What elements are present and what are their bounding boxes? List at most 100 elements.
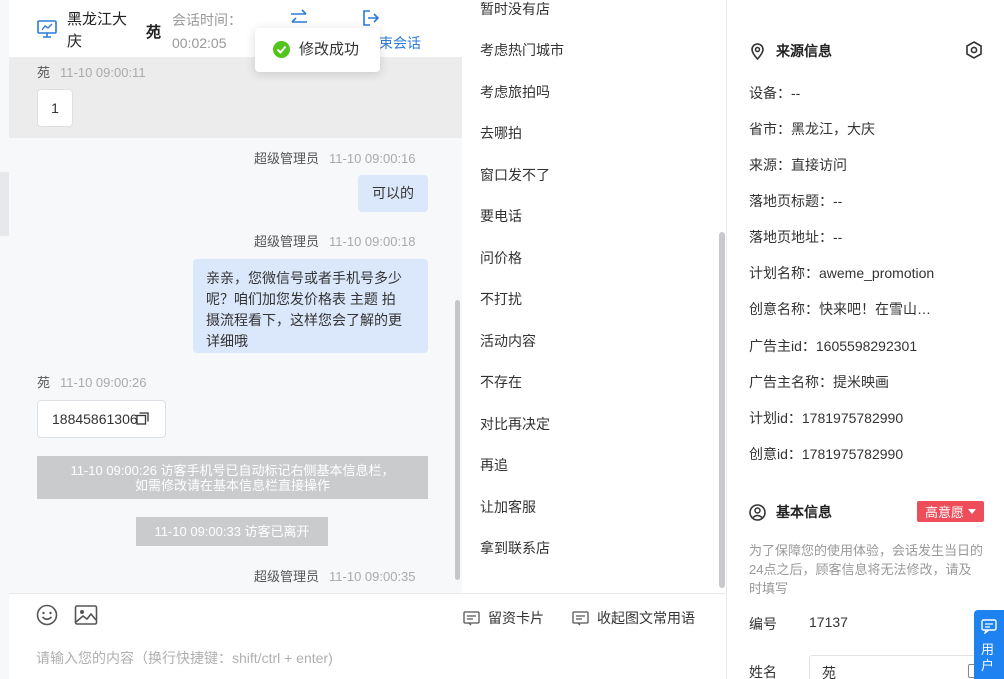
source-row-advertiser-name: 广告主名称：提米映画 [749, 374, 889, 390]
source-info-title: 来源信息 [776, 43, 832, 59]
quick-phrases-panel: 暂时没有店 考虑热门城市 考虑旅拍吗 去哪拍 窗口发不了 要电话 问价格 不打扰… [462, 0, 726, 593]
sender-name: 苑 [37, 65, 51, 80]
session-time-label: 会话时间： [172, 12, 242, 28]
phrase-item[interactable]: 窗口发不了 [480, 166, 550, 184]
customer-id-value: 17137 [809, 614, 848, 630]
notice-line: 如需修改请在基本信息栏直接操作 [134, 478, 330, 493]
customer-name-field[interactable]: 苑 [809, 655, 989, 679]
monitor-icon [37, 20, 57, 38]
location-pin-icon [751, 42, 764, 60]
phrase-item[interactable]: 拿到联系店 [480, 539, 550, 557]
lead-card-button[interactable]: 留资卡片 [463, 609, 544, 627]
phrases-icon [572, 610, 589, 625]
customer-id-label: 编号 [749, 616, 777, 632]
chat-scrollbar[interactable] [455, 300, 460, 580]
user-circle-icon [749, 503, 766, 521]
basic-info-header: 基本信息 [749, 503, 832, 521]
toast-message: 修改成功 [299, 41, 360, 58]
collapse-phrases-label: 收起图文常用语 [597, 610, 695, 626]
lead-card-label: 留资卡片 [488, 610, 544, 626]
source-row-plan-id: 计划id：1781975782990 [749, 410, 904, 426]
sender-name: 超级管理员 [254, 151, 320, 166]
end-session-icon[interactable] [362, 9, 380, 27]
message-input[interactable]: 请输入您的内容（换行快捷键：shift/ctrl + enter) [36, 648, 333, 668]
source-row-origin: 来源：直接访问 [749, 157, 847, 173]
left-edge-tab[interactable] [0, 172, 9, 236]
check-circle-icon [273, 41, 290, 58]
system-notice: 11-10 09:00:26 访客手机号已自动标记右侧基本信息栏， 如需修改请在… [37, 456, 428, 499]
message-meta: 苑 11-10 09:00:11 [37, 64, 146, 82]
message-bubble: 1 [37, 89, 73, 127]
message-meta: 超级管理员 11-10 09:00:16 [254, 150, 416, 168]
source-row-landing-title: 落地页标题：-- [749, 193, 843, 209]
image-icon[interactable] [74, 604, 98, 626]
system-notice: 11-10 09:00:33 访客已离开 [136, 517, 328, 546]
phrase-item[interactable]: 让加客服 [480, 498, 536, 516]
intent-level-label: 高意愿 [924, 505, 964, 520]
message-time: 11-10 09:00:16 [329, 151, 416, 166]
phrase-item[interactable]: 问价格 [480, 249, 522, 267]
phrase-item[interactable]: 不打扰 [480, 290, 522, 308]
visitor-location: 黑龙江大庆 [67, 11, 128, 50]
phrase-item[interactable]: 考虑旅拍吗 [480, 83, 550, 101]
phrase-item[interactable]: 再追 [480, 456, 508, 474]
source-row-advertiser-id: 广告主id：1605598292301 [749, 338, 918, 354]
user-tab-label: 用户 [981, 642, 995, 673]
message-time: 11-10 09:00:11 [60, 65, 146, 80]
caret-down-icon [968, 509, 976, 514]
phrase-item[interactable]: 考虑热门城市 [480, 41, 564, 59]
copy-icon[interactable] [136, 412, 149, 425]
user-side-tab[interactable]: 用户 [974, 610, 1004, 679]
message-meta: 超级管理员 11-10 09:00:35 [254, 568, 416, 586]
customer-name-label: 姓名 [749, 664, 777, 679]
transfer-icon[interactable] [289, 9, 309, 27]
phrases-scrollbar[interactable] [719, 232, 725, 588]
message-meta: 超级管理员 11-10 09:00:18 [254, 233, 416, 251]
source-row-creative-name: 创意名称：快来吧！在雪山下拍摄 [749, 301, 944, 317]
source-row-plan-name: 计划名称：aweme_promotion [749, 265, 935, 281]
intent-level-dropdown[interactable]: 高意愿 [917, 501, 984, 522]
settings-hex-icon[interactable] [964, 40, 984, 60]
message-line: 亲亲，您微信号或者手机号多少 [206, 270, 402, 286]
card-icon [463, 610, 480, 625]
notice-line: 11-10 09:00:26 访客手机号已自动标记右侧基本信息栏， [70, 463, 395, 478]
message-bubble: 亲亲，您微信号或者手机号多少 呢？咱们加您发价格表 主题 拍 摄流程看下，这样您… [193, 259, 428, 353]
success-toast: 修改成功 [255, 28, 380, 72]
message-composer: 留资卡片 收起图文常用语 请输入您的内容（换行快捷键：shift/ctrl + … [9, 593, 726, 679]
customer-info-panel: 来源信息 设备：-- 省市：黑龙江，大庆 来源：直接访问 落地页标题：-- 落地… [726, 0, 1004, 679]
phrase-item[interactable]: 不存在 [480, 373, 522, 391]
phrase-item[interactable]: 活动内容 [480, 332, 536, 350]
phone-number: 18845861306 [52, 411, 138, 427]
basic-info-title: 基本信息 [776, 504, 832, 520]
source-info-header: 来源信息 [749, 42, 832, 60]
end-session-button[interactable]: 束会话 [379, 32, 421, 54]
collapse-phrases-button[interactable]: 收起图文常用语 [572, 609, 695, 627]
message-bubble: 18845861306 [37, 400, 166, 438]
source-row-region: 省市：黑龙江，大庆 [749, 121, 875, 137]
phrase-item[interactable]: 要电话 [480, 207, 522, 225]
sender-name: 苑 [37, 375, 51, 390]
sender-name: 超级管理员 [254, 569, 320, 584]
session-time-value: 00:02:05 [172, 35, 227, 51]
phrase-item[interactable]: 对比再决定 [480, 415, 550, 433]
message-line: 摄流程看下，这样您会了解的更 [206, 312, 402, 328]
visitor-name: 苑 [146, 24, 162, 41]
message-bubble: 可以的 [358, 175, 428, 212]
message-time: 11-10 09:00:35 [329, 569, 416, 584]
sender-name: 超级管理员 [254, 234, 320, 249]
phrase-item[interactable]: 暂时没有店 [480, 0, 550, 18]
message-time: 11-10 09:00:18 [329, 234, 416, 249]
edit-deadline-notice: 为了保障您的使用体验，会话发生当日的24点之后，顾客信息将无法修改，请及时填写 [749, 543, 984, 596]
emoji-icon[interactable] [36, 604, 58, 626]
message-line: 呢？咱们加您发价格表 主题 拍 [206, 291, 396, 307]
source-row-device: 设备：-- [749, 85, 801, 101]
chat-bubble-icon [981, 619, 997, 634]
message-line: 详细哦 [206, 333, 248, 349]
chat-header: 黑龙江大庆 苑 会话时间： 00:02:05 束会话 [9, 0, 462, 58]
source-row-landing-url: 落地页地址：-- [749, 229, 843, 245]
source-row-creative-id: 创意id：1781975782990 [749, 446, 904, 462]
phrase-item[interactable]: 去哪拍 [480, 124, 522, 142]
message-time: 11-10 09:00:26 [60, 375, 147, 390]
message-meta: 苑 11-10 09:00:26 [37, 374, 147, 392]
customer-name-value: 苑 [822, 665, 836, 679]
